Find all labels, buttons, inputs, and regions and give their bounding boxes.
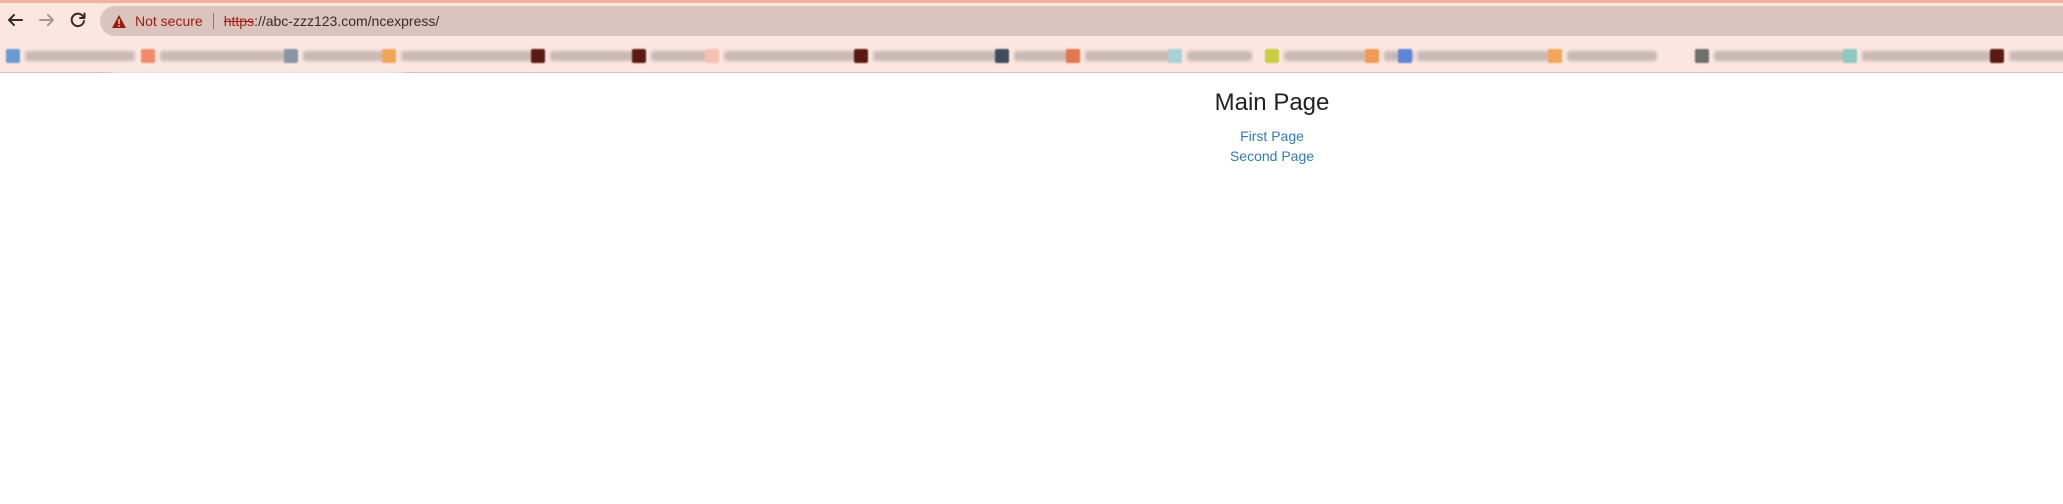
omnibox-divider [212, 13, 214, 29]
browser-toolbar: Not secure https://abc-zzz123.com/ncexpr… [0, 4, 2063, 38]
forward-arrow-icon [39, 14, 54, 26]
bookmark-favicon-icon [531, 49, 545, 63]
bookmark-item[interactable] [531, 47, 643, 65]
second-page-link[interactable]: Second Page [0, 148, 2063, 164]
page-content: Main Page First Page Second Page [0, 73, 2063, 504]
bookmark-favicon-icon [1365, 49, 1379, 63]
back-button[interactable] [1, 6, 29, 34]
bookmark-label-redacted [1567, 51, 1657, 61]
bookmark-label-redacted [2009, 51, 2063, 61]
bookmark-item[interactable] [1695, 47, 1849, 65]
bookmark-favicon-icon [854, 49, 868, 63]
bookmark-favicon-icon [995, 49, 1009, 63]
bookmark-label-redacted [1714, 51, 1849, 61]
address-bar[interactable]: Not secure https://abc-zzz123.com/ncexpr… [100, 6, 2063, 36]
top-accent-strip [0, 0, 2063, 3]
bookmark-favicon-icon [1843, 49, 1857, 63]
bookmark-label-redacted [1014, 51, 1074, 61]
bookmark-label-redacted [651, 51, 711, 61]
bookmark-favicon-icon [141, 49, 155, 63]
bookmark-label-redacted [1187, 51, 1252, 61]
bookmark-favicon-icon [1066, 49, 1080, 63]
bookmark-label-redacted [1862, 51, 2002, 61]
reload-button[interactable] [64, 6, 92, 34]
bookmark-item[interactable] [995, 47, 1074, 65]
bookmark-favicon-icon [6, 49, 20, 63]
bookmark-item[interactable] [1548, 47, 1657, 65]
security-status-label[interactable]: Not secure [135, 13, 203, 29]
bookmark-item[interactable] [6, 47, 135, 65]
warning-triangle-icon[interactable] [110, 12, 128, 30]
forward-button[interactable] [33, 6, 61, 34]
bookmark-label-redacted [1417, 51, 1552, 61]
url-scheme: https [223, 13, 255, 29]
bookmark-favicon-icon [1548, 49, 1562, 63]
bookmark-favicon-icon [1695, 49, 1709, 63]
bookmark-favicon-icon [1265, 49, 1279, 63]
bookmark-item[interactable] [1265, 47, 1369, 65]
bookmark-item[interactable] [284, 47, 388, 65]
bookmark-item[interactable] [382, 47, 541, 65]
reload-icon [70, 12, 86, 28]
back-arrow-icon [8, 14, 23, 26]
bookmark-item[interactable] [705, 47, 859, 65]
bookmark-item[interactable] [1843, 47, 2002, 65]
browser-chrome: Not secure https://abc-zzz123.com/ncexpr… [0, 0, 2063, 76]
bookmark-label-redacted [1085, 51, 1175, 61]
page-title: Main Page [1214, 89, 1330, 116]
bookmark-favicon-icon [705, 49, 719, 63]
bookmark-label-redacted [401, 51, 541, 61]
bookmark-label-redacted [550, 51, 643, 61]
bookmark-label-redacted [1284, 51, 1369, 61]
bookmark-label-redacted [25, 51, 135, 61]
url-path: ://abc-zzz123.com/ncexpress/ [254, 13, 440, 29]
bookmark-item[interactable] [1990, 47, 2063, 65]
bookmark-item[interactable] [141, 47, 290, 65]
bookmark-favicon-icon [1398, 49, 1412, 63]
bookmark-label-redacted [724, 51, 859, 61]
bookmark-favicon-icon [284, 49, 298, 63]
bookmark-item[interactable] [1168, 47, 1252, 65]
bookmark-favicon-icon [1990, 49, 2004, 63]
bookmark-favicon-icon [632, 49, 646, 63]
bookmark-label-redacted [873, 51, 998, 61]
first-page-link[interactable]: First Page [0, 128, 2063, 144]
bookmark-label-redacted [303, 51, 388, 61]
bookmark-item[interactable] [854, 47, 998, 65]
bookmark-item[interactable] [1066, 47, 1175, 65]
bookmark-item[interactable] [632, 47, 711, 65]
bookmark-favicon-icon [382, 49, 396, 63]
bookmarks-bar [0, 42, 2063, 70]
bookmark-item[interactable] [1398, 47, 1552, 65]
bookmark-label-redacted [160, 51, 290, 61]
bookmark-favicon-icon [1168, 49, 1182, 63]
